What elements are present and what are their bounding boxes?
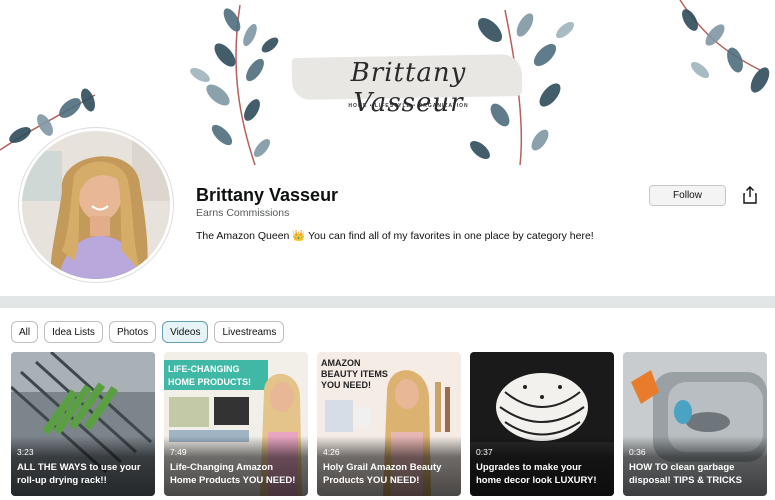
filter-photos[interactable]: Photos [108, 321, 157, 343]
share-icon[interactable] [742, 186, 758, 204]
avatar [19, 128, 173, 282]
filter-livestreams[interactable]: Livestreams [214, 321, 285, 343]
banner-title: Brittany Vasseur [350, 58, 467, 118]
video-duration: 7:49 [170, 447, 187, 457]
profile-name: Brittany Vasseur [196, 185, 339, 205]
video-card[interactable]: 0:37 Upgrades to make your home decor lo… [470, 352, 614, 496]
video-duration: 0:37 [476, 447, 493, 457]
section-divider [0, 296, 775, 308]
video-card[interactable]: 0:36 HOW TO clean garbage disposal! TIPS… [623, 352, 767, 496]
svg-text:LIFE-CHANGING: LIFE-CHANGING [168, 364, 240, 374]
filter-idea-lists[interactable]: Idea Lists [44, 321, 103, 343]
follow-button[interactable]: Follow [649, 185, 726, 206]
video-title: Holy Grail Amazon Beauty Products YOU NE… [323, 462, 442, 486]
filter-videos[interactable]: Videos [162, 321, 209, 343]
video-card[interactable]: 3:23 ALL THE WAYS to use your roll-up dr… [11, 352, 155, 496]
filter-chips: All Idea Lists Photos Videos Livestreams [11, 321, 285, 343]
video-title: Life-Changing Amazon Home Products YOU N… [170, 462, 296, 486]
profile-bio: The Amazon Queen 👑 You can find all of m… [196, 230, 594, 242]
svg-text:YOU NEED!: YOU NEED! [321, 380, 371, 390]
video-duration: 0:36 [629, 447, 646, 457]
video-card[interactable]: AMAZON BEAUTY ITEMS YOU NEED! 4:26 Holy … [317, 352, 461, 496]
svg-text:BEAUTY ITEMS: BEAUTY ITEMS [321, 369, 388, 379]
svg-text:AMAZON: AMAZON [321, 358, 361, 368]
video-title: HOW TO clean garbage disposal! TIPS & TR… [629, 462, 742, 486]
video-card[interactable]: LIFE-CHANGING HOME PRODUCTS! 7:49 Life-C… [164, 352, 308, 496]
filter-all[interactable]: All [11, 321, 39, 343]
banner-tagline: HOME • LIFESTYLE • ORGANIZATION [348, 103, 469, 109]
earns-commissions-label: Earns Commissions [196, 207, 290, 219]
svg-text:HOME PRODUCTS!: HOME PRODUCTS! [168, 377, 251, 387]
video-title: ALL THE WAYS to use your roll-up drying … [17, 462, 141, 486]
video-duration: 4:26 [323, 447, 340, 457]
video-duration: 3:23 [17, 447, 34, 457]
video-grid: 3:23 ALL THE WAYS to use your roll-up dr… [11, 352, 767, 496]
video-title: Upgrades to make your home decor look LU… [476, 462, 597, 486]
